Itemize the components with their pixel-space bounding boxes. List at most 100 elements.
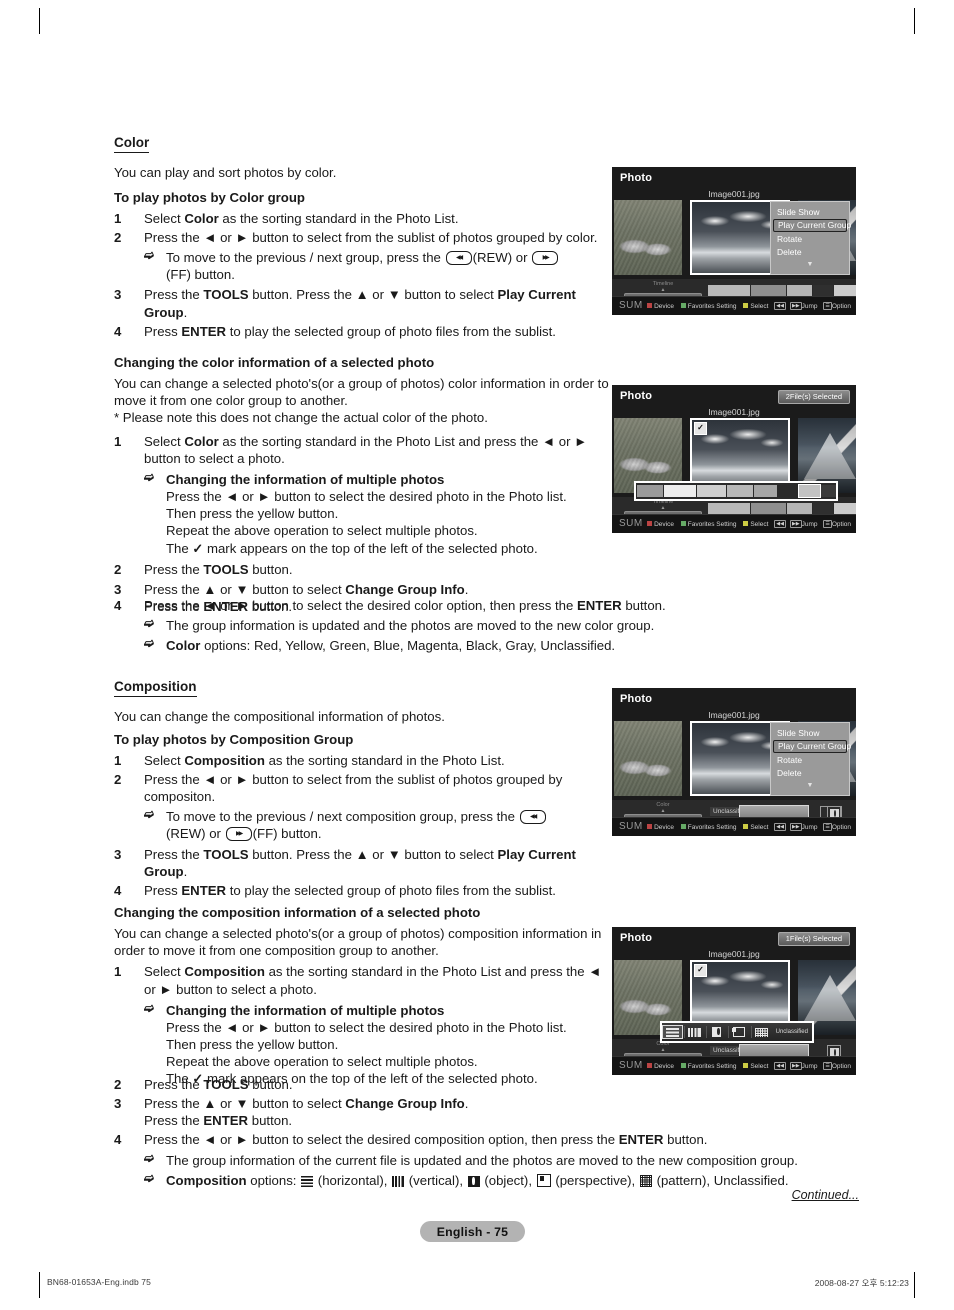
tools-popup-menu[interactable]: Slide Show Play Current Group Rotate Del… bbox=[770, 722, 851, 796]
composition-option-unclassified[interactable]: Unclassified bbox=[772, 1029, 812, 1035]
step-text: Select Color as the sorting standard in … bbox=[144, 210, 459, 226]
help-favorites-setting[interactable]: Favorites Setting bbox=[688, 303, 737, 310]
chevron-down-icon[interactable]: ▼ bbox=[771, 261, 849, 268]
rew-key-icon: ◀◀ bbox=[774, 520, 786, 528]
menu-item-rotate[interactable]: Rotate bbox=[771, 753, 849, 767]
help-option[interactable]: Option bbox=[832, 303, 851, 310]
step-item: 1 Select Composition as the sorting stan… bbox=[114, 752, 609, 769]
menu-item-slide-show[interactable]: Slide Show bbox=[771, 205, 849, 219]
help-select[interactable]: Select bbox=[750, 824, 768, 831]
chevron-down-icon[interactable]: ▼ bbox=[771, 782, 849, 789]
note-group-updated: ➫ The group information of the current f… bbox=[144, 1151, 859, 1169]
multi-line-4-pre: The bbox=[166, 540, 189, 556]
thumbnail-sheep[interactable] bbox=[614, 200, 682, 275]
section-change-color-info-wide: 4 Press the ◄ or ► button to select the … bbox=[114, 597, 859, 656]
help-device[interactable]: Device bbox=[654, 824, 674, 831]
composition-option-bar[interactable]: Unclassified bbox=[660, 1021, 814, 1043]
step-item: 4 Press ENTER to play the selected group… bbox=[114, 882, 609, 899]
composition-option-vertical[interactable] bbox=[684, 1026, 704, 1038]
menu-item-play-current-group[interactable]: Play Current Group bbox=[773, 739, 851, 754]
opt-vertical-label: (vertical), bbox=[408, 1172, 463, 1188]
tv-filename: Image001.jpg bbox=[708, 189, 760, 199]
color-swatch[interactable] bbox=[777, 485, 799, 497]
menu-item-slide-show[interactable]: Slide Show bbox=[771, 726, 849, 740]
tools-popup-menu[interactable]: Slide Show Play Current Group Rotate Del… bbox=[770, 201, 851, 275]
rew-button-icon bbox=[519, 810, 546, 825]
step-item: 1 Select Color as the sorting standard i… bbox=[114, 210, 609, 227]
multi-line-1: Press the ◄ or ► button to select the de… bbox=[166, 489, 567, 505]
yellow-key-icon bbox=[743, 303, 749, 308]
menu-item-rotate[interactable]: Rotate bbox=[771, 232, 849, 246]
color-swatch[interactable] bbox=[726, 485, 753, 497]
help-option[interactable]: Option bbox=[832, 521, 851, 528]
help-device[interactable]: Device bbox=[654, 303, 674, 310]
help-jump[interactable]: Jump bbox=[802, 303, 818, 310]
note-color-options: ➫ Color options: Red, Yellow, Green, Blu… bbox=[144, 636, 859, 654]
step-text: Press the ▲ or ▼ button to select Change… bbox=[144, 1096, 469, 1129]
yellow-key-icon bbox=[743, 1063, 749, 1068]
multi-line-1: Press the ◄ or ► button to select the de… bbox=[166, 1019, 567, 1035]
rew-key-icon: ◀◀ bbox=[774, 302, 786, 310]
step-item: 2 Press the ◄ or ► button to select from… bbox=[114, 771, 609, 805]
menu-item-delete[interactable]: Delete bbox=[771, 767, 849, 781]
help-select[interactable]: Select bbox=[750, 521, 768, 528]
step-text: Select Composition as the sorting standa… bbox=[144, 964, 602, 997]
section-heading-change-color: Changing the color information of a sele… bbox=[114, 355, 435, 370]
menu-item-delete[interactable]: Delete bbox=[771, 246, 849, 260]
opt-perspective-label: (perspective), bbox=[555, 1172, 636, 1188]
vertical-composition-icon bbox=[392, 1175, 405, 1187]
step-number: 2 bbox=[114, 771, 122, 787]
help-jump[interactable]: Jump bbox=[802, 824, 818, 831]
ff-button-icon bbox=[225, 827, 252, 842]
color-swatch[interactable] bbox=[820, 485, 837, 497]
step-number: 2 bbox=[114, 1077, 122, 1092]
menu-item-play-current-group[interactable]: Play Current Group bbox=[773, 218, 851, 233]
help-jump[interactable]: Jump bbox=[802, 521, 818, 528]
composition-option-horizontal[interactable] bbox=[661, 1025, 684, 1039]
color-swatch-selected[interactable] bbox=[798, 484, 821, 498]
step-text: Press the TOOLS button. Press the ▲ or ▼… bbox=[144, 846, 576, 879]
composition-option-object[interactable] bbox=[706, 1026, 726, 1038]
help-bar: SUM Device Favorites Setting Select ◀◀ ▶▶… bbox=[612, 1056, 856, 1075]
help-option[interactable]: Option bbox=[832, 1063, 851, 1070]
note-text: To move to the previous / next compositi… bbox=[166, 809, 515, 825]
color-swatch[interactable] bbox=[637, 485, 664, 497]
color-swatch[interactable] bbox=[753, 485, 777, 497]
composition-intro: You can change the compositional informa… bbox=[114, 708, 445, 724]
help-option[interactable]: Option bbox=[832, 824, 851, 831]
green-key-icon bbox=[680, 303, 686, 308]
note-text: The group information of the current fil… bbox=[166, 1152, 798, 1168]
step-number: 1 bbox=[114, 433, 122, 449]
tv-title: Photo bbox=[620, 693, 653, 705]
note-arrow-icon: ➫ bbox=[144, 469, 155, 484]
help-jump[interactable]: Jump bbox=[802, 1063, 818, 1070]
help-device[interactable]: Device bbox=[654, 521, 674, 528]
note-rew-ff: ➫ To move to the previous / next composi… bbox=[144, 807, 609, 842]
help-favorites-setting[interactable]: Favorites Setting bbox=[688, 521, 737, 528]
thumbnail-sheep[interactable] bbox=[614, 721, 682, 796]
section-heading-change-composition: Changing the composition information of … bbox=[114, 905, 481, 920]
help-select[interactable]: Select bbox=[750, 1063, 768, 1070]
step-number: 4 bbox=[114, 598, 122, 613]
footer-file-reference: BN68-01653A-Eng.indb 75 bbox=[47, 1277, 151, 1287]
help-device[interactable]: Device bbox=[654, 1063, 674, 1070]
color-option-bar[interactable] bbox=[634, 481, 838, 501]
composition-option-pattern[interactable] bbox=[750, 1026, 771, 1038]
help-favorites-setting[interactable]: Favorites Setting bbox=[688, 824, 737, 831]
help-select[interactable]: Select bbox=[750, 303, 768, 310]
multi-line-2: Then press the yellow button. bbox=[166, 1037, 339, 1053]
step-item: 2 Press the ◄ or ► button to select from… bbox=[114, 229, 609, 246]
pattern-composition-icon bbox=[754, 1027, 768, 1037]
step-number: 3 bbox=[114, 287, 122, 303]
help-key-hints: Device Favorites Setting Select ◀◀ ▶▶ Jump… bbox=[642, 823, 851, 831]
note-arrow-icon: ➫ bbox=[144, 636, 155, 651]
color-swatch[interactable] bbox=[664, 485, 697, 497]
note-group-updated: ➫ The group information is updated and t… bbox=[144, 616, 859, 634]
composition-option-perspective[interactable] bbox=[728, 1026, 748, 1038]
step-item: 2 Press the TOOLS button. bbox=[114, 1076, 859, 1093]
red-key-icon bbox=[647, 824, 653, 829]
object-composition-icon bbox=[712, 1027, 722, 1037]
color-swatch[interactable] bbox=[697, 485, 726, 497]
tv-screenshot-composition-selection: Photo 1File(s) Selected Image001.jpg ✓ U… bbox=[612, 927, 856, 1075]
help-favorites-setting[interactable]: Favorites Setting bbox=[688, 1063, 737, 1070]
